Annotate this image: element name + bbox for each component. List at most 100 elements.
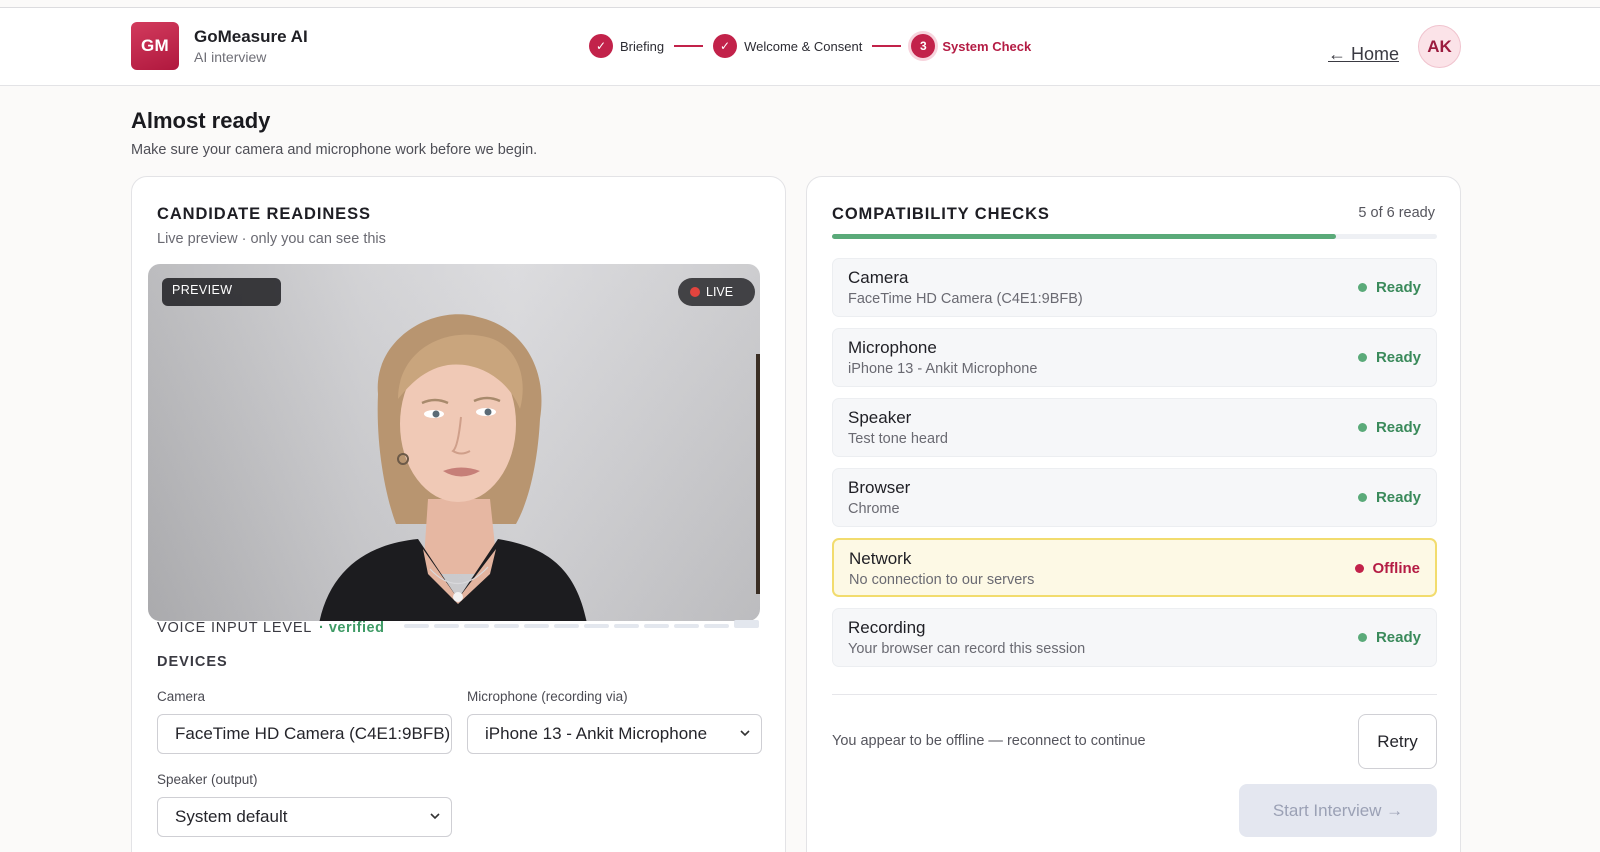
live-badge: LIVE: [678, 278, 755, 306]
retry-button[interactable]: Retry: [1358, 714, 1437, 769]
candidate-video-feed: [319, 314, 587, 621]
meter-segment: [644, 624, 669, 628]
step-label: Welcome & Consent: [744, 38, 863, 54]
status-dot-icon: [1357, 493, 1367, 502]
check-icon: ✓: [589, 34, 613, 58]
meter-segment: [404, 624, 429, 628]
step-connector: [674, 45, 704, 47]
check-status-label: Ready: [1375, 419, 1421, 436]
step-welcome-consent: ✓ Welcome & Consent: [713, 34, 862, 58]
status-dot-icon: [1354, 564, 1364, 573]
home-link[interactable]: ← Home: [1328, 44, 1399, 65]
start-interview-button[interactable]: Start Interview →: [1239, 784, 1437, 837]
meter-segment: [614, 624, 639, 628]
candidate-readiness-card: CANDIDATE READINESS Live preview · only …: [131, 176, 786, 852]
check-name: Microphone: [848, 338, 937, 357]
voice-level-meter: [404, 620, 759, 628]
voice-input-label: VOICE INPUT LEVEL: [157, 620, 313, 636]
meter-segment: [524, 624, 549, 628]
check-status-label: Ready: [1375, 629, 1421, 646]
speaker-select-label: Speaker (output): [157, 772, 258, 787]
status-dot-icon: [1357, 423, 1367, 432]
chevron-down-icon: [430, 813, 440, 820]
check-detail: iPhone 13 - Ankit Microphone: [848, 361, 1038, 377]
page-title: Almost ready: [131, 108, 271, 133]
meter-segment: [554, 624, 579, 628]
step-number: 3: [911, 34, 936, 58]
meter-segment: [434, 624, 459, 628]
check-name: Browser: [848, 478, 911, 497]
ready-count: 5 of 6 ready: [1358, 205, 1435, 221]
background-edge: [756, 354, 760, 594]
progress-stepper: ✓ Briefing ✓ Welcome & Consent 3 System …: [589, 33, 1031, 59]
step-label: System Check: [942, 38, 1032, 54]
check-status: Ready: [1357, 629, 1421, 646]
readiness-progress-bar: [832, 234, 1437, 239]
compatibility-title: COMPATIBILITY CHECKS: [832, 205, 1050, 223]
check-detail: Test tone heard: [848, 431, 948, 447]
step-system-check: 3 System Check: [911, 34, 1031, 58]
check-row-camera: Camera FaceTime HD Camera (C4E1:9BFB) Read…: [832, 258, 1437, 317]
camera-select[interactable]: FaceTime HD Camera (C4E1:9BFB): [157, 714, 452, 754]
app-subtitle: AI interview: [194, 49, 267, 65]
divider: [832, 694, 1437, 695]
meter-segment: [734, 620, 759, 628]
check-status: Ready: [1357, 349, 1421, 366]
check-row-speaker: Speaker Test tone heard Ready: [832, 398, 1437, 457]
app-header: GM GoMeasure AI AI interview ✓ Briefing …: [0, 8, 1600, 86]
meter-segment: [704, 624, 729, 628]
check-detail: Your browser can record this session: [848, 641, 1086, 657]
status-dot-icon: [1357, 283, 1367, 292]
recording-dot-icon: [690, 287, 700, 297]
meter-segment: [674, 624, 699, 628]
app-logo: GM: [131, 22, 179, 70]
check-row-microphone: Microphone iPhone 13 - Ankit Microphone Re…: [832, 328, 1437, 387]
check-name: Speaker: [848, 408, 912, 427]
step-connector: [872, 45, 902, 47]
check-icon: ✓: [713, 34, 738, 58]
check-row-recording: Recording Your browser can record this se…: [832, 608, 1437, 667]
microphone-select[interactable]: iPhone 13 - Ankit Microphone: [467, 714, 762, 754]
check-status-label: Offline: [1372, 560, 1421, 577]
check-name: Network: [849, 549, 912, 568]
voice-verified-status: · verified: [319, 620, 385, 636]
readiness-subtitle: Live preview · only you can see this: [157, 231, 386, 247]
status-dot-icon: [1357, 353, 1367, 362]
check-status: Offline: [1354, 560, 1421, 577]
camera-select-label: Camera: [157, 689, 206, 704]
check-detail: FaceTime HD Camera (C4E1:9BFB): [848, 291, 1083, 307]
meter-segment: [584, 624, 609, 628]
camera-select-value: FaceTime HD Camera (C4E1:9BFB): [175, 724, 451, 743]
check-detail: Chrome: [848, 501, 900, 517]
chevron-down-icon: [740, 730, 750, 737]
check-name: Recording: [848, 618, 926, 637]
offline-message: You appear to be offline — reconnect to …: [832, 733, 1146, 749]
meter-segment: [494, 624, 519, 628]
user-avatar[interactable]: AK: [1418, 25, 1461, 68]
check-name: Camera: [848, 268, 909, 287]
preview-badge: PREVIEW: [162, 278, 281, 306]
check-status: Ready: [1357, 279, 1421, 296]
check-status-label: Ready: [1375, 279, 1421, 296]
check-row-browser: Browser Chrome Ready: [832, 468, 1437, 527]
camera-preview: PREVIEW LIVE: [148, 264, 760, 621]
devices-heading: DEVICES: [157, 654, 228, 670]
speaker-select[interactable]: System default: [157, 797, 452, 837]
check-status: Ready: [1357, 419, 1421, 436]
page-subtitle: Make sure your camera and microphone wor…: [131, 142, 538, 158]
step-briefing: ✓ Briefing: [589, 34, 664, 58]
app-name: GoMeasure AI: [194, 27, 308, 46]
live-label: LIVE: [706, 285, 734, 299]
status-dot-icon: [1357, 633, 1367, 642]
speaker-select-value: System default: [175, 807, 288, 826]
readiness-title: CANDIDATE READINESS: [157, 205, 371, 223]
check-status-label: Ready: [1375, 489, 1421, 506]
microphone-select-label: Microphone (recording via): [467, 689, 628, 704]
check-status-label: Ready: [1375, 349, 1421, 366]
step-label: Briefing: [620, 38, 665, 54]
meter-segment: [464, 624, 489, 628]
compatibility-checks-card: COMPATIBILITY CHECKS 5 of 6 ready Camera…: [806, 176, 1461, 852]
readiness-progress-fill: [832, 234, 1336, 239]
check-detail: No connection to our servers: [849, 572, 1035, 588]
check-row-network: Network No connection to our servers Offli…: [832, 538, 1437, 597]
